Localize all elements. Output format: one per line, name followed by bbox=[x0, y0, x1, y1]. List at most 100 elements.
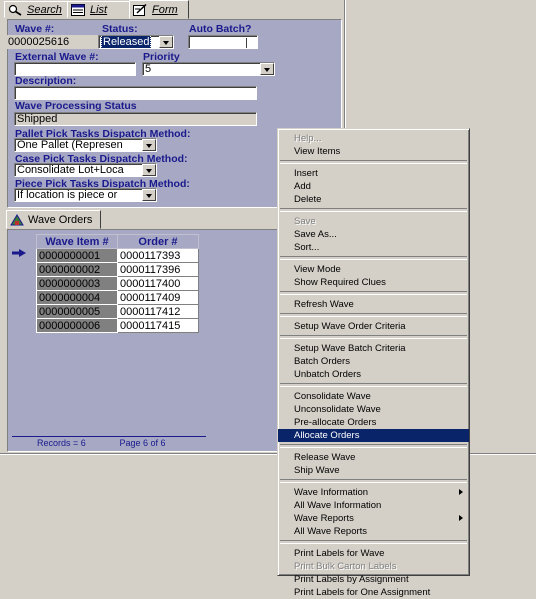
wave-item-cell[interactable]: 0000000003 bbox=[36, 276, 118, 291]
wave-number-value: 0000025616 bbox=[8, 36, 70, 48]
menu-item-label: All Wave Information bbox=[294, 500, 382, 511]
tab-wave-orders[interactable]: Wave Orders bbox=[6, 210, 101, 229]
menu-item-label: Unconsolidate Wave bbox=[294, 404, 381, 415]
menu-item-insert[interactable]: Insert bbox=[278, 167, 469, 180]
chevron-down-icon[interactable] bbox=[142, 139, 156, 151]
menu-item-label: Print Bulk Carton Labels bbox=[294, 561, 397, 572]
menu-item-wave-reports[interactable]: Wave Reports bbox=[278, 512, 469, 525]
menu-item-label: Setup Wave Batch Criteria bbox=[294, 343, 406, 354]
wave-item-cell[interactable]: 0000000002 bbox=[36, 262, 118, 277]
menu-item-label: Setup Wave Order Criteria bbox=[294, 321, 406, 332]
wave-orders-table: Wave Item # Order # 0000000001 000011739… bbox=[36, 234, 199, 333]
menu-item-print-labels-for-wave[interactable]: Print Labels for Wave bbox=[278, 547, 469, 560]
menu-item-setup-wave-order-criteria[interactable]: Setup Wave Order Criteria bbox=[278, 320, 469, 333]
menu-item-label: Help... bbox=[294, 133, 322, 144]
case-dispatch-dropdown[interactable]: Consolidate Lot+Loca bbox=[14, 163, 157, 177]
menu-item-label: Release Wave bbox=[294, 452, 356, 463]
menu-item-add[interactable]: Add bbox=[278, 180, 469, 193]
menu-item-label: Allocate Orders bbox=[294, 430, 360, 441]
chevron-down-icon[interactable] bbox=[142, 189, 156, 201]
menu-item-label: Insert bbox=[294, 168, 318, 179]
menu-item-all-wave-reports[interactable]: All Wave Reports bbox=[278, 525, 469, 538]
list-icon bbox=[71, 3, 85, 16]
pallet-dispatch-dropdown[interactable]: One Pallet (Represen bbox=[14, 138, 157, 152]
processing-status-value: Shipped bbox=[17, 113, 58, 125]
menu-item-label: Show Required Clues bbox=[294, 277, 386, 288]
chevron-down-icon[interactable] bbox=[260, 63, 274, 75]
menu-separator bbox=[280, 256, 467, 260]
menu-item-setup-wave-batch-criteria[interactable]: Setup Wave Batch Criteria bbox=[278, 342, 469, 355]
menu-item-label: Batch Orders bbox=[294, 356, 350, 367]
wave-item-cell[interactable]: 0000000004 bbox=[36, 290, 118, 305]
menu-item-label: Print Labels for One Assignment bbox=[294, 587, 431, 598]
menu-item-print-labels-by-assignment[interactable]: Print Labels by Assignment bbox=[278, 573, 469, 586]
column-header-order[interactable]: Order # bbox=[117, 234, 199, 249]
table-row[interactable]: 0000000003 0000117400 bbox=[36, 276, 199, 291]
table-row[interactable]: 0000000001 0000117393 bbox=[36, 248, 199, 263]
auto-batch-field[interactable] bbox=[188, 35, 258, 49]
wave-item-cell[interactable]: 0000000006 bbox=[36, 318, 118, 333]
piece-dispatch-dropdown[interactable]: If location is piece or bbox=[14, 188, 157, 202]
table-row[interactable]: 0000000005 0000117412 bbox=[36, 304, 199, 319]
status-dropdown[interactable]: Released bbox=[98, 35, 174, 49]
piece-dispatch-value: If location is piece or bbox=[17, 189, 118, 201]
auto-batch-divider bbox=[246, 38, 247, 48]
menu-item-ship-wave[interactable]: Ship Wave bbox=[278, 464, 469, 477]
wave-item-cell[interactable]: 0000000001 bbox=[36, 248, 118, 263]
tab-form[interactable]: Form bbox=[129, 0, 189, 19]
menu-item-refresh-wave[interactable]: Refresh Wave bbox=[278, 298, 469, 311]
chevron-down-icon[interactable] bbox=[159, 36, 173, 48]
table-row[interactable]: 0000000004 0000117409 bbox=[36, 290, 199, 305]
priority-dropdown[interactable]: 5 bbox=[142, 62, 275, 76]
chevron-right-icon bbox=[459, 489, 463, 495]
menu-item-wave-information[interactable]: Wave Information bbox=[278, 486, 469, 499]
order-cell[interactable]: 0000117396 bbox=[117, 262, 199, 277]
menu-separator bbox=[280, 160, 467, 164]
menu-item-view-items[interactable]: View Items bbox=[278, 145, 469, 158]
external-wave-field[interactable] bbox=[14, 62, 136, 76]
chevron-down-icon[interactable] bbox=[142, 164, 156, 176]
form-icon bbox=[133, 3, 147, 16]
table-row[interactable]: 0000000002 0000117396 bbox=[36, 262, 199, 277]
menu-item-show-required-clues[interactable]: Show Required Clues bbox=[278, 276, 469, 289]
menu-item-print-labels-for-one-assignment[interactable]: Print Labels for One Assignment bbox=[278, 586, 469, 599]
menu-separator bbox=[280, 313, 467, 317]
description-field[interactable] bbox=[14, 86, 257, 100]
menu-item-label: View Mode bbox=[294, 264, 341, 275]
wave-number-label: Wave #: bbox=[15, 23, 55, 35]
order-cell[interactable]: 0000117412 bbox=[117, 304, 199, 319]
menu-item-view-mode[interactable]: View Mode bbox=[278, 263, 469, 276]
order-cell[interactable]: 0000117393 bbox=[117, 248, 199, 263]
records-count: Records = 6 bbox=[37, 438, 86, 448]
menu-item-unconsolidate-wave[interactable]: Unconsolidate Wave bbox=[278, 403, 469, 416]
wave-item-cell[interactable]: 0000000005 bbox=[36, 304, 118, 319]
wave-number-field[interactable]: 0000025616 bbox=[5, 35, 98, 49]
menu-item-label: Consolidate Wave bbox=[294, 391, 371, 402]
order-cell[interactable]: 0000117415 bbox=[117, 318, 199, 333]
tab-form-label: Form bbox=[152, 3, 178, 16]
tab-search-label: Search bbox=[27, 3, 62, 16]
menu-item-save-as[interactable]: Save As... bbox=[278, 228, 469, 241]
menu-item-release-wave[interactable]: Release Wave bbox=[278, 451, 469, 464]
order-cell[interactable]: 0000117400 bbox=[117, 276, 199, 291]
menu-item-label: Save As... bbox=[294, 229, 337, 240]
menu-item-batch-orders[interactable]: Batch Orders bbox=[278, 355, 469, 368]
column-header-wave-item[interactable]: Wave Item # bbox=[36, 234, 118, 249]
tab-search[interactable]: Search bbox=[4, 1, 68, 18]
menu-item-label: Unbatch Orders bbox=[294, 369, 362, 380]
menu-item-pre-allocate-orders[interactable]: Pre-allocate Orders bbox=[278, 416, 469, 429]
menu-item-delete[interactable]: Delete bbox=[278, 193, 469, 206]
menu-item-all-wave-information[interactable]: All Wave Information bbox=[278, 499, 469, 512]
table-row[interactable]: 0000000006 0000117415 bbox=[36, 318, 199, 333]
menu-separator bbox=[280, 335, 467, 339]
tab-list-label: List bbox=[90, 3, 108, 16]
order-cell[interactable]: 0000117409 bbox=[117, 290, 199, 305]
menu-item-consolidate-wave[interactable]: Consolidate Wave bbox=[278, 390, 469, 403]
menu-item-unbatch-orders[interactable]: Unbatch Orders bbox=[278, 368, 469, 381]
tab-list[interactable]: List bbox=[67, 1, 130, 18]
wave-orders-icon bbox=[10, 213, 24, 225]
menu-item-sort[interactable]: Sort... bbox=[278, 241, 469, 254]
menu-separator bbox=[280, 383, 467, 387]
menu-item-allocate-orders[interactable]: Allocate Orders bbox=[278, 429, 469, 442]
wave-orders-tab-label: Wave Orders bbox=[28, 213, 93, 226]
